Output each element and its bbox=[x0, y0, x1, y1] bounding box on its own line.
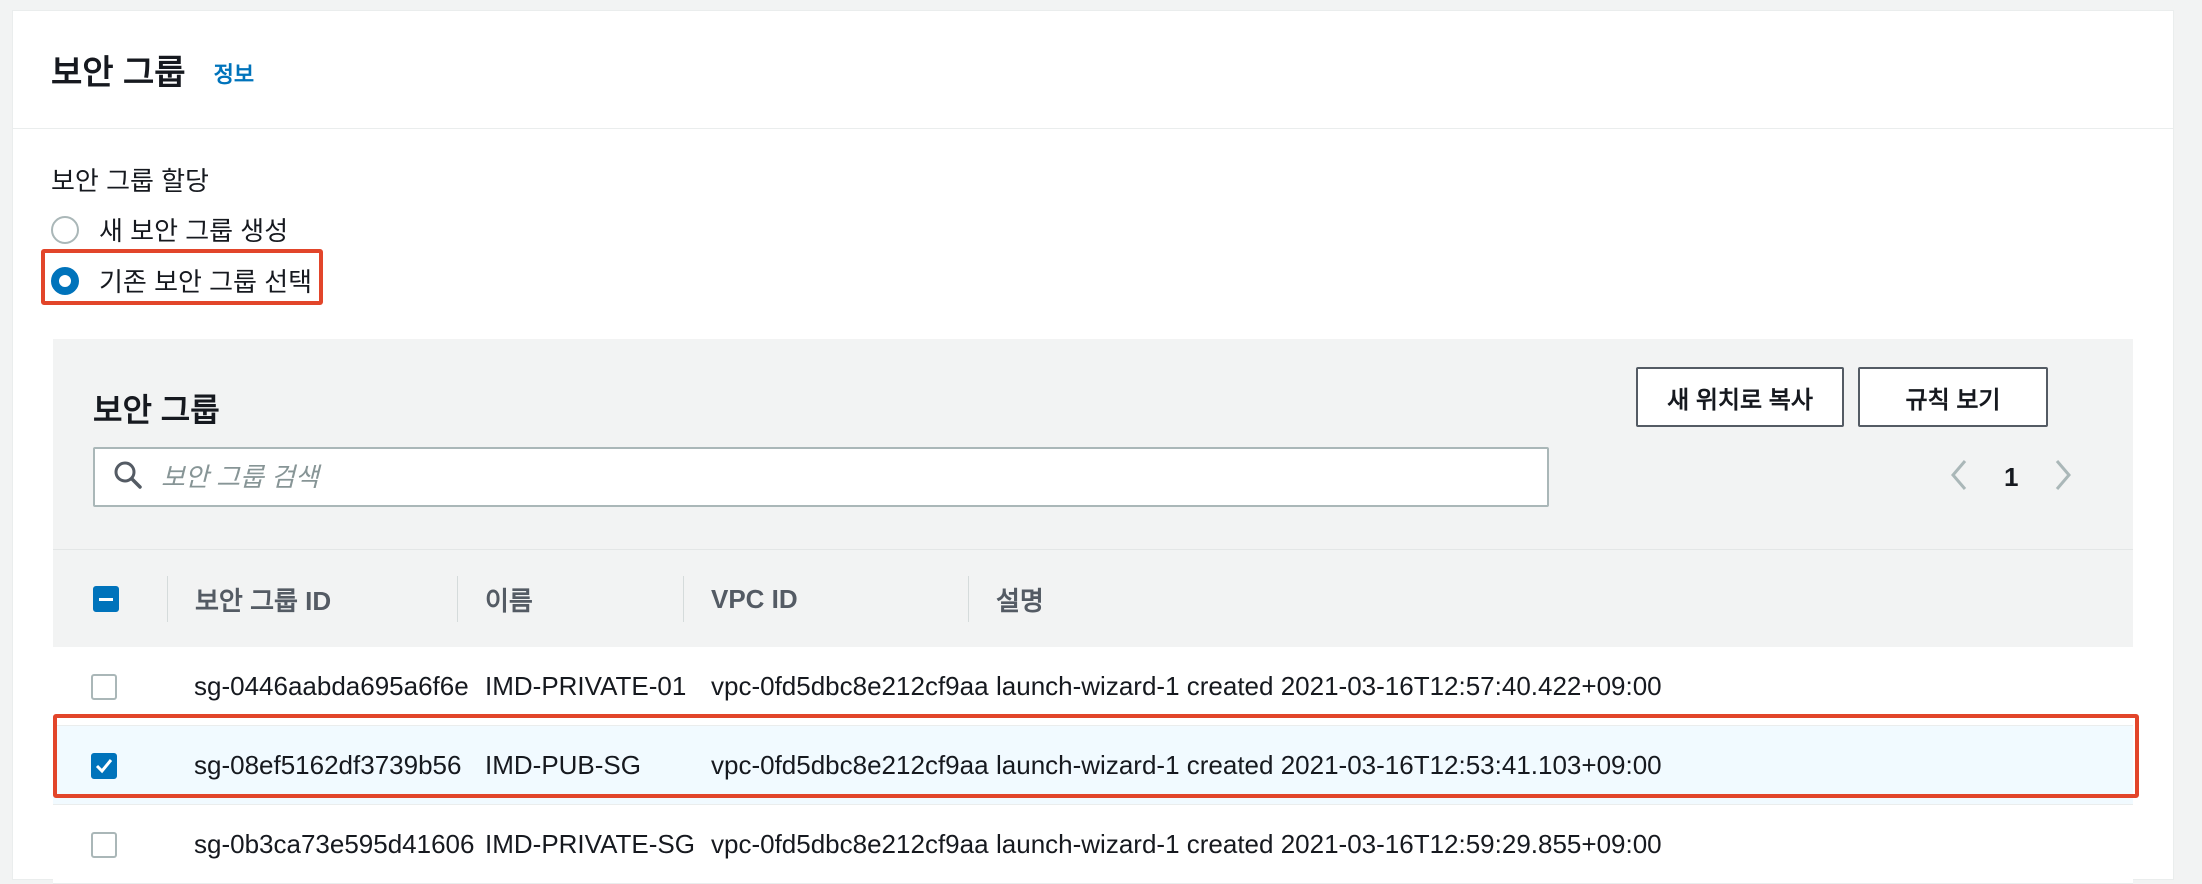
radio-button[interactable] bbox=[51, 215, 79, 244]
column-header-name[interactable]: 이름 bbox=[485, 550, 533, 648]
cell-security-group-id: sg-0b3ca73e595d41606 bbox=[194, 829, 475, 859]
row-checkbox[interactable] bbox=[91, 831, 117, 858]
radio-create-new[interactable]: 새 보안 그룹 생성 bbox=[51, 211, 288, 248]
column-divider bbox=[457, 576, 458, 622]
column-divider bbox=[167, 576, 168, 622]
cell-description: launch-wizard-1 created 2021-03-16T12:59… bbox=[996, 829, 1662, 859]
view-rules-button[interactable]: 규칙 보기 bbox=[1858, 367, 2048, 427]
column-header-description[interactable]: 설명 bbox=[996, 550, 1044, 648]
search-icon bbox=[113, 460, 143, 495]
search-box[interactable] bbox=[93, 447, 1549, 507]
copy-to-new-button[interactable]: 새 위치로 복사 bbox=[1636, 367, 1844, 427]
radio-label: 새 보안 그룹 생성 bbox=[99, 216, 289, 246]
column-header-id[interactable]: 보안 그룹 ID bbox=[195, 550, 331, 648]
row-checkbox[interactable] bbox=[91, 673, 117, 700]
table-panel-title: 보안 그룹 bbox=[93, 392, 220, 428]
security-group-table-panel: 보안 그룹 새 위치로 복사 규칙 보기 1 bbox=[53, 339, 2133, 884]
page-number[interactable]: 1 bbox=[2004, 462, 2018, 493]
column-divider bbox=[683, 576, 684, 622]
annotation-highlight-radio bbox=[41, 249, 323, 305]
info-link[interactable]: 정보 bbox=[214, 57, 254, 89]
panel-header: 보안 그룹 정보 bbox=[13, 11, 2173, 129]
cell-vpc-id: vpc-0fd5dbc8e212cf9aa bbox=[711, 829, 989, 859]
pagination: 1 bbox=[1948, 451, 2074, 503]
chevron-right-icon[interactable] bbox=[2052, 458, 2074, 497]
table-row[interactable]: sg-0b3ca73e595d41606 IMD-PRIVATE-SG vpc-… bbox=[53, 805, 2133, 884]
panel-title: 보안 그룹 bbox=[51, 54, 186, 92]
table-header: 보안 그룹 ID 이름 VPC ID 설명 bbox=[53, 549, 2133, 647]
select-all-checkbox[interactable] bbox=[93, 586, 119, 612]
select-all-cell[interactable] bbox=[93, 550, 119, 648]
search-input[interactable] bbox=[161, 461, 1461, 493]
column-divider bbox=[968, 576, 969, 622]
annotation-highlight-row bbox=[53, 714, 2139, 798]
column-header-vpc[interactable]: VPC ID bbox=[711, 550, 798, 648]
cell-name: IMD-PRIVATE-SG bbox=[485, 829, 695, 859]
chevron-left-icon[interactable] bbox=[1948, 458, 1970, 497]
assignment-label: 보안 그룹 할당 bbox=[51, 166, 209, 196]
